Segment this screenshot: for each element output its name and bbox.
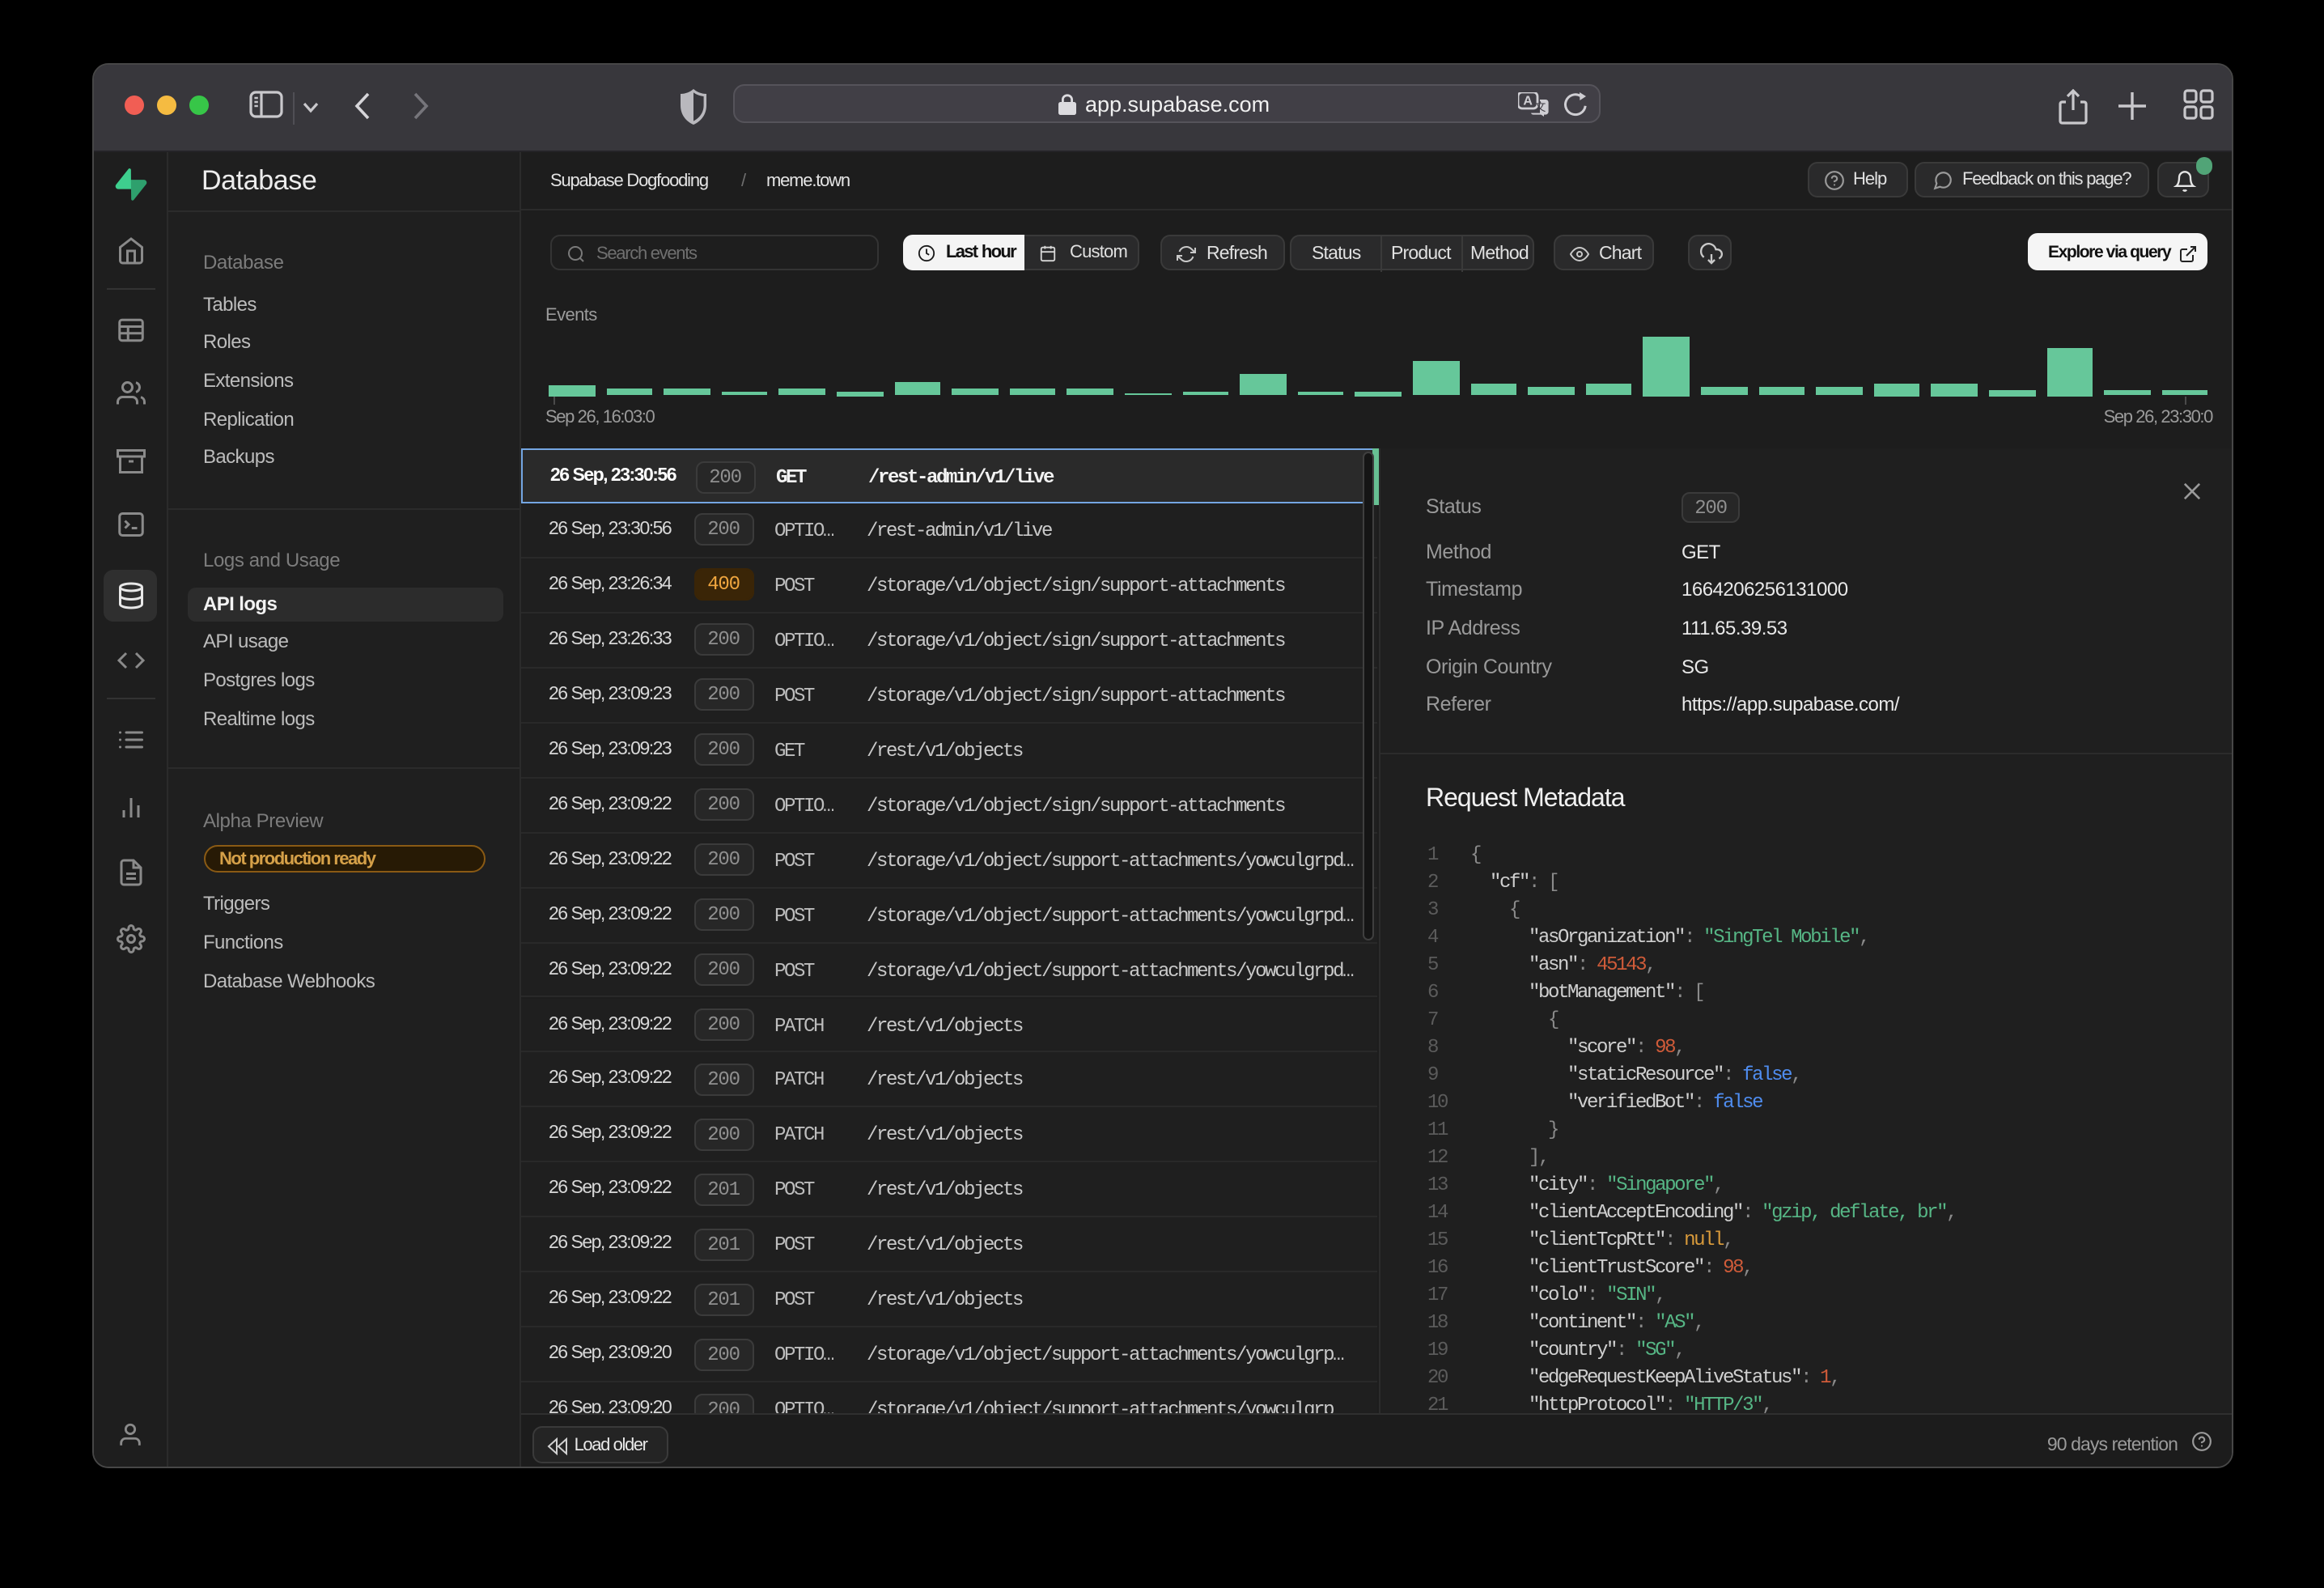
svg-text:文: 文 bbox=[1533, 100, 1545, 113]
svg-text:A: A bbox=[1522, 94, 1532, 108]
